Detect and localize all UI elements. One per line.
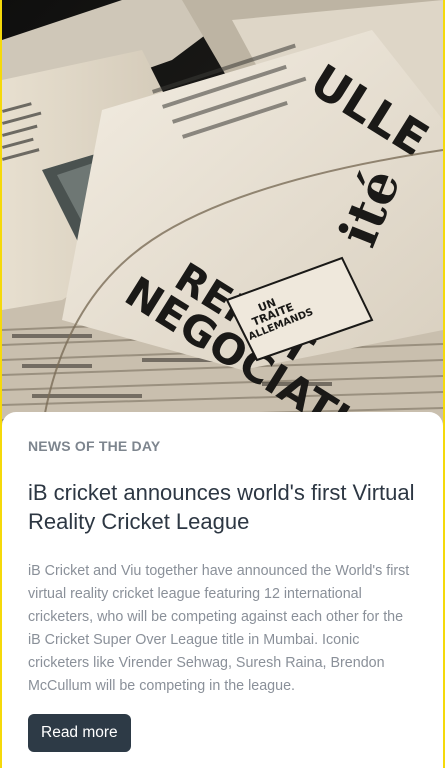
article-title: iB cricket announces world's first Virtu…	[28, 480, 415, 534]
read-more-button[interactable]: Read more	[28, 714, 131, 752]
news-card-frame: NEGOCIATION REMET ULLE ité UN TRAITE ALL…	[0, 0, 445, 768]
article-summary: iB Cricket and Viu together have announc…	[28, 563, 410, 694]
hero-image: NEGOCIATION REMET ULLE ité UN TRAITE ALL…	[2, 0, 443, 430]
article-kicker: NEWS OF THE DAY	[28, 438, 161, 454]
article-card: NEWS OF THE DAY iB cricket announces wor…	[2, 412, 443, 768]
newspaper-stack-illustration: NEGOCIATION REMET ULLE ité UN TRAITE ALL…	[2, 0, 443, 430]
